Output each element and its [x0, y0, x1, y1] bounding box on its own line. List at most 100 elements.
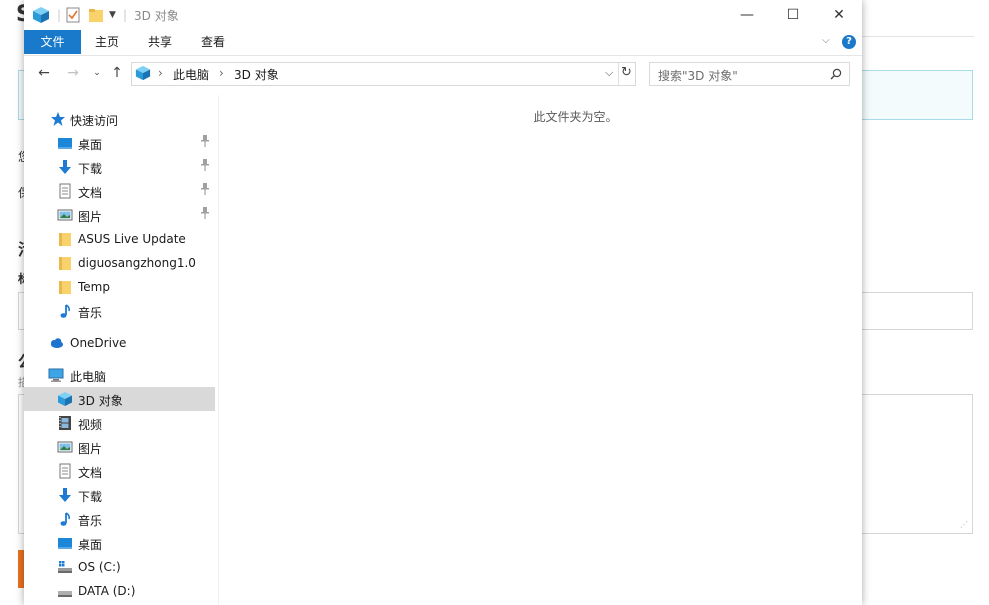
- search-placeholder: 搜索"3D 对象": [658, 69, 738, 83]
- star-icon: [51, 112, 65, 126]
- window-title: 3D 对象: [134, 9, 179, 23]
- search-box[interactable]: 搜索"3D 对象": [649, 62, 850, 86]
- breadcrumb-separator-icon[interactable]: ›: [158, 66, 163, 80]
- maximize-button[interactable]: ☐: [770, 0, 816, 30]
- this-pc-item-label: DATA (D:): [78, 584, 136, 598]
- quick-access-item-label: 桌面: [78, 138, 103, 152]
- ribbon-tabs: 文件 主页 共享 查看 ⌵ ?: [24, 30, 862, 56]
- quick-access-item[interactable]: diguosangzhong1.0: [24, 251, 215, 275]
- this-pc-item-label: 下载: [78, 490, 103, 504]
- this-pc-label: 此电脑: [70, 370, 107, 384]
- 3d-objects-icon: [58, 392, 72, 406]
- address-separator: [618, 63, 619, 85]
- bg-resize-grip-icon: ⋰: [960, 520, 968, 529]
- drive-d-icon: [58, 591, 72, 597]
- pin-icon[interactable]: [200, 183, 210, 198]
- this-pc-item-label: 图片: [78, 442, 103, 456]
- document-icon: [59, 183, 71, 199]
- quick-access-item[interactable]: Temp: [24, 275, 215, 299]
- quick-access-item[interactable]: 文档: [24, 179, 215, 203]
- pin-icon[interactable]: [200, 135, 210, 150]
- quick-access-item-label: ASUS Live Update: [78, 232, 186, 246]
- address-3d-icon: [135, 65, 151, 81]
- breadcrumb-3d-objects[interactable]: 3D 对象: [234, 66, 279, 83]
- music-icon: [60, 304, 70, 318]
- folder-icon: [59, 257, 71, 270]
- this-pc-item[interactable]: 下载: [24, 483, 215, 507]
- quick-access-item-label: diguosangzhong1.0: [78, 256, 196, 270]
- desktop-icon: [58, 538, 72, 549]
- close-button[interactable]: ✕: [816, 0, 862, 30]
- this-pc-item[interactable]: 文档: [24, 459, 215, 483]
- window-3d-icon: [32, 6, 50, 24]
- document-icon: [59, 463, 71, 479]
- empty-folder-message: 此文件夹为空。: [533, 110, 618, 124]
- new-folder-icon[interactable]: [88, 6, 104, 24]
- recent-locations-chevron-icon[interactable]: ⌄: [88, 64, 106, 82]
- title-bar: | ▼ | 3D 对象 — ☐ ✕: [24, 0, 862, 30]
- properties-icon[interactable]: [65, 6, 81, 24]
- up-arrow-icon[interactable]: ↑: [108, 64, 126, 82]
- breadcrumb-this-pc[interactable]: 此电脑: [173, 66, 209, 83]
- video-icon: [59, 416, 71, 430]
- quick-access-item[interactable]: ASUS Live Update: [24, 227, 215, 251]
- expand-ribbon-chevron-icon[interactable]: ⌵: [822, 35, 830, 46]
- quick-access-item-label: 图片: [78, 210, 103, 224]
- customize-toolbar-chevron-icon[interactable]: ▼: [109, 6, 116, 24]
- help-icon[interactable]: ?: [842, 35, 856, 49]
- quick-access-item[interactable]: 图片: [24, 203, 215, 227]
- quick-access-item[interactable]: 桌面: [24, 131, 215, 155]
- address-bar[interactable]: › 此电脑 › 3D 对象 ⌵ ↻: [131, 62, 636, 86]
- folder-icon: [59, 281, 71, 294]
- folder-icon: [59, 233, 71, 246]
- breadcrumb-separator-icon[interactable]: ›: [219, 66, 224, 80]
- quick-access-item[interactable]: 快速访问: [24, 107, 215, 131]
- download-icon: [59, 488, 71, 502]
- this-pc-item[interactable]: DATA (D:): [24, 579, 215, 603]
- bg-divider: [862, 36, 974, 37]
- tab-share[interactable]: 共享: [139, 30, 181, 54]
- this-pc-item[interactable]: 视频: [24, 411, 215, 435]
- navigation-bar: ← → ⌄ ↑ › 此电脑 › 3D 对象 ⌵ ↻ 搜索"3D 对象": [24, 55, 862, 91]
- desktop-icon: [58, 138, 72, 149]
- tab-view[interactable]: 查看: [192, 30, 234, 54]
- download-icon: [59, 160, 71, 174]
- quick-access-item[interactable]: 音乐: [24, 299, 215, 323]
- file-list-area[interactable]: 此文件夹为空。: [219, 95, 862, 605]
- picture-icon: [57, 209, 73, 221]
- tab-file[interactable]: 文件: [24, 30, 81, 54]
- quick-access-label: 快速访问: [70, 114, 119, 128]
- pin-icon[interactable]: [200, 207, 210, 222]
- quick-access-item-label: 音乐: [78, 306, 103, 320]
- minimize-button[interactable]: —: [724, 0, 770, 30]
- this-pc-item[interactable]: 音乐: [24, 507, 215, 531]
- quick-access-item[interactable]: 下载: [24, 155, 215, 179]
- this-pc-item[interactable]: 此电脑: [24, 363, 215, 387]
- quick-access-item-label: 下载: [78, 162, 103, 176]
- drive-c-icon: [58, 561, 72, 573]
- picture-icon: [57, 441, 73, 453]
- cloud-icon: [51, 338, 63, 348]
- tab-home[interactable]: 主页: [86, 30, 128, 54]
- forward-arrow-icon[interactable]: →: [64, 64, 82, 82]
- this-pc-item[interactable]: 3D 对象: [24, 387, 215, 411]
- this-pc-item[interactable]: 桌面: [24, 531, 215, 555]
- computer-icon: [48, 368, 64, 382]
- refresh-icon[interactable]: ↻: [621, 65, 632, 80]
- search-icon[interactable]: [830, 68, 842, 80]
- this-pc-item[interactable]: 图片: [24, 435, 215, 459]
- toolbar-separator: |: [123, 8, 128, 22]
- this-pc-item-label: 3D 对象: [78, 394, 123, 408]
- onedrive-item[interactable]: OneDrive: [24, 331, 215, 355]
- onedrive-label: OneDrive: [70, 336, 127, 350]
- address-dropdown-chevron-icon[interactable]: ⌵: [605, 66, 613, 80]
- back-arrow-icon[interactable]: ←: [35, 64, 53, 82]
- toolbar-separator: |: [57, 8, 62, 22]
- quick-access-item-label: Temp: [78, 280, 110, 294]
- quick-access-item-label: 文档: [78, 186, 103, 200]
- this-pc-item-label: 视频: [78, 418, 103, 432]
- this-pc-item-label: 音乐: [78, 514, 103, 528]
- pin-icon[interactable]: [200, 159, 210, 174]
- this-pc-item[interactable]: OS (C:): [24, 555, 215, 579]
- this-pc-item-label: 文档: [78, 466, 103, 480]
